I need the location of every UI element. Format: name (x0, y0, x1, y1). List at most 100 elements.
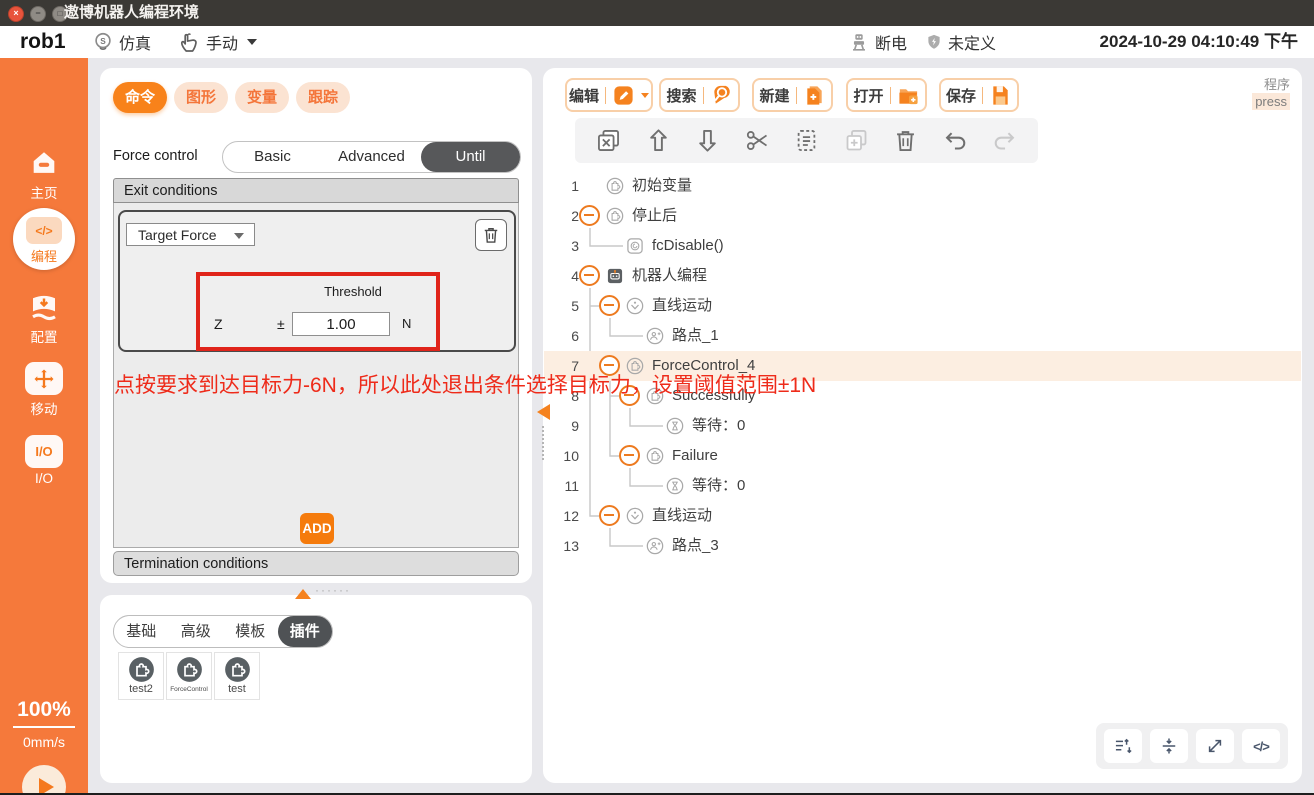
cut-button[interactable] (744, 127, 771, 154)
collapse-toggle-icon[interactable] (599, 505, 620, 526)
edit-button[interactable]: 编辑 (565, 78, 653, 112)
tree-row-4[interactable]: 4 机器人编程 (543, 261, 1302, 291)
home-icon (25, 146, 63, 179)
mode-dropdown[interactable]: 手动 (177, 26, 257, 58)
sidebar-item-config[interactable]: 配置 (0, 290, 88, 346)
sidebar-item-home[interactable]: 主页 (0, 146, 88, 202)
collapse-toggle-icon[interactable] (579, 205, 600, 226)
copy-button[interactable] (793, 127, 820, 154)
tree-node-label: 停止后 (632, 201, 677, 231)
tree-node-label: 路点_3 (672, 531, 719, 561)
power-status[interactable]: 断电 (848, 26, 907, 58)
undo-button[interactable] (942, 127, 969, 154)
svg-text:S: S (100, 37, 106, 46)
collapse-toggle-icon[interactable] (619, 445, 640, 466)
tree-node-label: 机器人编程 (632, 261, 707, 291)
tree-row-number: 5 (551, 291, 579, 321)
wait-node-icon (665, 416, 685, 436)
tree-row-number: 4 (551, 261, 579, 291)
condition-type-dropdown[interactable]: Target Force (126, 223, 255, 246)
tree-row-2[interactable]: 2停止后 (543, 201, 1302, 231)
program-tree: 1初始变量2停止后3fcDisable()4机器人编程5直线运动6路点_17Fo… (543, 171, 1302, 631)
tab-变量[interactable]: 变量 (235, 82, 289, 113)
sidebar-item-label: I/O (0, 471, 88, 486)
title-bar: × − □ 遨博机器人编程环境 (0, 0, 1314, 26)
expand-view-button[interactable] (1196, 729, 1234, 763)
collapse-toggle-icon[interactable] (599, 295, 620, 316)
button-separator (703, 87, 704, 104)
new-icon (803, 84, 826, 107)
tree-row-1[interactable]: 1初始变量 (543, 171, 1302, 201)
edit-icon (612, 84, 635, 107)
delete-condition-button[interactable] (475, 219, 507, 251)
tree-row-12[interactable]: 12 直线运动 (543, 501, 1302, 531)
plugin-tile-test2[interactable]: test2 (118, 652, 164, 700)
mode-basic[interactable]: Basic (223, 142, 322, 172)
library-tab-基础[interactable]: 基础 (114, 616, 169, 647)
horizontal-divider-handle[interactable] (295, 589, 311, 599)
simulation-toggle[interactable]: S 仿真 (92, 26, 151, 58)
mode-until[interactable]: Until (421, 142, 520, 172)
window-close-button[interactable]: × (8, 6, 24, 22)
save-button[interactable]: 保存 (939, 78, 1019, 112)
tree-row-6[interactable]: 6路点_1 (543, 321, 1302, 351)
sidebar-item-move[interactable]: 移动 (0, 362, 88, 418)
safety-status[interactable]: 未定义 (925, 26, 996, 58)
tab-图形[interactable]: 图形 (174, 82, 228, 113)
redo-button (991, 127, 1018, 154)
window-title: 遨博机器人编程环境 (64, 0, 199, 26)
robot-power-icon (848, 31, 870, 53)
tree-row-number: 11 (551, 471, 579, 501)
tree-row-number: 1 (551, 171, 579, 201)
sidebar-item-code[interactable]: </>编程 (13, 208, 75, 270)
tab-命令[interactable]: 命令 (113, 82, 167, 113)
waypoint-node-icon (645, 326, 665, 346)
speed-value: 0mm/s (0, 734, 88, 750)
sort-order-button[interactable] (1104, 729, 1142, 763)
tree-node-label: 直线运动 (652, 501, 712, 531)
clear-selection-button[interactable] (595, 127, 622, 154)
move-up-button[interactable] (645, 127, 672, 154)
speed-percent[interactable]: 100% (0, 698, 88, 728)
power-label: 断电 (875, 30, 907, 54)
tree-row-13[interactable]: 13路点_3 (543, 531, 1302, 561)
library-tab-高级[interactable]: 高级 (169, 616, 224, 647)
tree-row-3[interactable]: 3fcDisable() (543, 231, 1302, 261)
tree-row-number: 12 (551, 501, 579, 531)
open-button[interactable]: 打开 (846, 78, 927, 112)
sidebar-item-label: 移动 (0, 398, 88, 418)
tree-row-9[interactable]: 9等待：0 (543, 411, 1302, 441)
code-view-button[interactable]: </> (1242, 729, 1280, 763)
tree-row-10[interactable]: 10Failure (543, 441, 1302, 471)
puzzle-node-icon (605, 176, 625, 196)
plugin-tile-test[interactable]: test (214, 652, 260, 700)
plugin-tile-ForceControl[interactable]: ForceControl (166, 652, 212, 700)
mode-advanced[interactable]: Advanced (322, 142, 421, 172)
add-condition-button[interactable]: ADD (300, 513, 334, 544)
threshold-input[interactable] (292, 312, 390, 336)
collapse-toggle-icon[interactable] (579, 265, 600, 286)
window-minimize-button[interactable]: − (30, 6, 46, 22)
paste-button (843, 127, 870, 154)
exit-conditions-header[interactable]: Exit conditions (113, 178, 519, 203)
library-tab-插件[interactable]: 插件 (278, 616, 333, 647)
library-tab-模板[interactable]: 模板 (223, 616, 278, 647)
new-button[interactable]: 新建 (752, 78, 833, 112)
force-control-label: Force control (113, 141, 198, 171)
chevron-down-icon (641, 93, 649, 98)
tab-跟踪[interactable]: 跟踪 (296, 82, 350, 113)
tree-row-5[interactable]: 5直线运动 (543, 291, 1302, 321)
waypoint-node-icon (645, 536, 665, 556)
sidebar-item-io[interactable]: I/OI/O (0, 435, 88, 486)
search-button[interactable]: 搜索 (659, 78, 740, 112)
tree-row-11[interactable]: 11等待：0 (543, 471, 1302, 501)
move-down-button[interactable] (694, 127, 721, 154)
move-cross-icon (32, 367, 56, 391)
simulation-label: 仿真 (119, 30, 151, 54)
termination-conditions-header[interactable]: Termination conditions (113, 551, 519, 576)
open-icon (897, 84, 920, 107)
delete-button[interactable] (892, 127, 919, 154)
collapse-all-button[interactable] (1150, 729, 1188, 763)
vertical-divider-handle[interactable] (537, 404, 550, 420)
play-button[interactable] (22, 765, 66, 795)
